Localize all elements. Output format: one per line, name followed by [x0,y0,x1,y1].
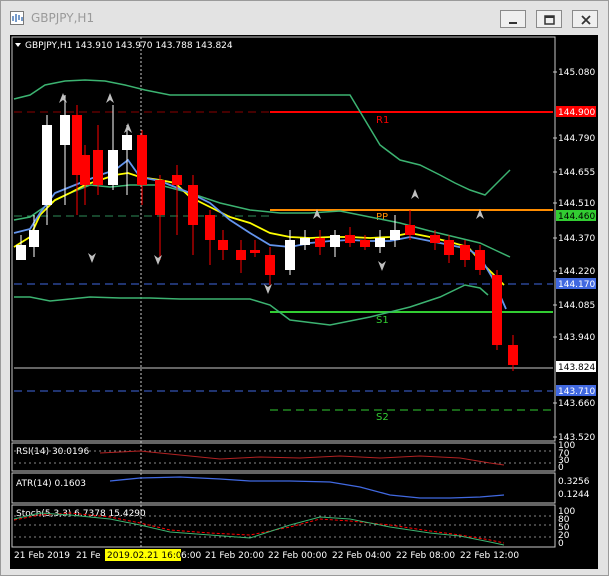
atr-panel-frame [11,472,556,504]
r1-price-tag-text: 144.900 [558,108,595,118]
price-tick-label: 144.510 [558,199,595,209]
blue-lower-price-tag-text: 143.710 [558,387,595,397]
restore-button[interactable] [536,10,562,28]
bearish-candle [236,250,246,260]
stoch-tick-0: 0 [558,539,564,549]
close-button[interactable] [572,10,598,28]
bullish-candle [285,240,295,270]
current-price-tag-text: 143.824 [558,363,595,373]
time-label-8: 22 Feb 12:00 [460,551,519,561]
atr-line [109,476,505,499]
atr-tick-high: 0.3256 [558,477,590,487]
bearish-candle [155,180,165,215]
bullish-candle [42,125,52,205]
bearish-candle [265,255,275,275]
bearish-candle [508,345,518,365]
fractal-up-arrow-icon [106,93,114,103]
pp-price-tag-text: 144.460 [558,212,595,222]
bullish-candle [375,238,385,247]
time-label-0: 21 Feb 2019 [14,551,70,561]
restore-icon [544,15,555,25]
chart-window-icon [10,11,24,25]
bullish-candle [122,135,132,150]
bearish-candle [172,175,182,185]
bullish-candle [390,230,400,240]
bearish-candle [430,235,440,243]
time-label-5: 22 Feb 00:00 [268,551,327,561]
title-bar: GBPJPY,H1 [1,1,608,35]
crosshair-time-label: 2019.02.21 16:00 [107,551,188,561]
chart-window: GBPJPY,H1 GBPJPY,H1 143.910 143.970 143.… [0,0,609,576]
bearish-candle [460,245,470,260]
bearish-candle [492,275,502,345]
r1-label: R1 [376,115,389,126]
bullish-candle [16,245,26,260]
bollinger-mid-band [13,184,511,258]
atr-tick-low: 0.1244 [558,490,590,500]
bearish-candle [205,215,215,240]
price-tick-label: 144.790 [558,134,595,144]
bearish-candle [93,150,103,185]
time-label-3: 6:00 [181,551,201,561]
fractal-up-arrow-icon [124,123,132,133]
pp-label: PP [376,212,388,223]
fractal-up-arrow-icon [59,93,67,103]
bullish-candle [330,235,340,247]
rsi-tick-0: 0 [558,463,564,473]
bearish-candle [315,238,325,247]
bearish-candle [475,250,485,270]
bullish-candle [29,230,39,247]
fractal-down-arrow-icon [378,261,386,271]
bearish-candle [444,240,454,255]
rsi-panel-frame [11,442,556,472]
atr-label: ATR(14) 0.1603 [16,479,86,489]
bullish-candle [108,150,118,185]
window-title: GBPJPY,H1 [31,11,95,25]
bearish-candle [218,240,228,250]
menu-triangle-icon[interactable] [15,43,21,47]
bearish-candle [405,225,415,235]
bearish-candle [250,250,260,253]
price-tick-label: 144.370 [558,234,595,244]
close-icon [581,15,591,25]
fractal-up-arrow-icon [411,189,419,199]
bullish-candle [60,115,70,145]
rsi-label: RSI(14) 30.0196 [16,447,89,457]
fractal-down-arrow-icon [88,253,96,263]
time-label-4: 21 Feb 20:00 [205,551,264,561]
bearish-candle [345,235,355,243]
s1-label: S1 [376,315,389,326]
fractal-down-arrow-icon [154,255,162,265]
bearish-candle [137,135,147,185]
minimize-icon [509,22,517,24]
price-tick-label: 144.085 [558,301,595,311]
fractal-down-arrow-icon [264,284,272,294]
price-tick-label: 144.655 [558,168,595,178]
chart-area[interactable]: GBPJPY,H1 143.910 143.970 143.788 143.82… [10,35,598,569]
time-label-7: 22 Feb 08:00 [396,551,455,561]
blue-upper-price-tag-text: 144.170 [558,280,595,290]
price-tick-label: 145.080 [558,68,595,78]
s2-label: S2 [376,412,389,423]
time-label-6: 22 Feb 04:00 [332,551,391,561]
candlestick-series [16,95,518,371]
bearish-candle [188,185,198,225]
minimize-button[interactable] [500,10,526,28]
bullish-candle [300,238,310,245]
price-tick-label: 143.660 [558,399,595,409]
ema-fast-line [13,172,505,286]
bollinger-lower-band [14,284,489,326]
bearish-candle [80,155,90,185]
time-label-1: 21 Fe [76,551,101,561]
bearish-candle [360,240,370,247]
chart-header: GBPJPY,H1 143.910 143.970 143.788 143.82… [25,41,233,51]
price-tick-label: 143.940 [558,333,595,343]
main-chart-frame [11,36,556,442]
price-tick-label: 144.220 [558,267,595,277]
